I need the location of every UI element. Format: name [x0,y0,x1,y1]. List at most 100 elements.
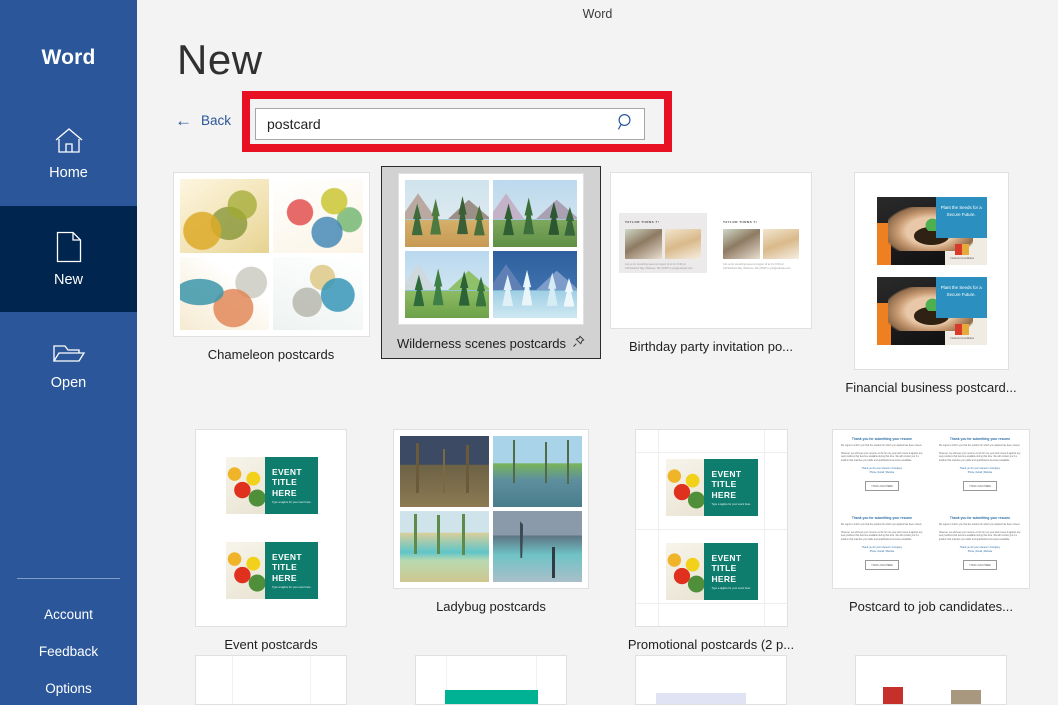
card-paragraph-1: We regret to inform you that the positio… [938,444,1020,447]
template-card-wilderness[interactable]: Wilderness scenes postcards [381,166,601,399]
template-thumbnail: Thank you for submitting your resume We … [832,429,1030,589]
template-name: Financial business postcard... [845,380,1017,395]
card-footer-2: Phone | Email | Website [967,550,993,553]
art-panel [405,180,489,247]
art-panel [273,256,363,330]
art-panel: Thank you for submitting your resume We … [833,430,931,509]
card-paragraph-2: However, we will keep your resume on fil… [840,531,923,542]
card-logo-placeholder: YOUR LOGO HERE [962,559,998,571]
art-panel: EVENT TITLE HERE Type a tagline for your… [226,542,318,599]
card-paragraph-1: We regret to inform you that the positio… [840,444,922,447]
art-panel: EVENT TITLE HERE Type a tagline for your… [665,459,758,516]
card-footer-2: Phone | Email | Website [869,471,895,474]
back-button[interactable]: ← Back [175,112,231,129]
sidebar-item-new[interactable]: New [0,206,137,312]
template-row: EVENT TITLE HERE Type a tagline for your… [161,423,1058,656]
card-title: EVENT TITLE HERE [711,469,742,500]
card-subtitle: Type a tagline for your event here. [711,586,751,590]
template-card-promotional[interactable]: EVENT TITLE HERE Type a tagline for your… [601,423,821,656]
card-logo-text: Financial Consolidation [950,338,975,341]
template-card-birthday[interactable]: TAYLOR TURNS 7! Join us for something sw… [601,166,821,399]
card-title: Plant the Seeds for a Secure Future. [940,205,982,217]
search-input[interactable] [267,116,616,132]
template-search [255,108,645,140]
template-thumbnail [635,655,787,705]
card-title: Thank you for submitting your resume [851,515,913,520]
card-logo-placeholder: YOUR LOGO HERE [864,480,900,492]
template-card-partial[interactable] [601,655,821,705]
template-thumbnail: Plant the Seeds for a Secure Future. Fin… [853,172,1009,370]
backstage-sidebar: Word Home New Open Account Feedback Opti… [0,0,137,705]
card-subtitle: Type a tagline for your event here. [711,502,751,506]
template-card-event[interactable]: EVENT TITLE HERE Type a tagline for your… [161,423,381,656]
card-title: EVENT TITLE HERE [271,552,302,583]
template-name: Chameleon postcards [207,347,335,362]
sidebar-divider [17,578,120,579]
window-title: Word [582,7,613,21]
template-name: Ladybug postcards [436,599,546,614]
art-panel: Thank you for submitting your resume We … [833,509,931,588]
template-row: Chameleon postcards Wilderness scenes po… [161,166,1058,399]
template-card-partial[interactable] [381,655,601,705]
sidebar-item-label: Home [49,164,88,181]
template-row-partial [161,655,1058,705]
art-panel [493,511,582,582]
art-panel [400,511,489,582]
art-panel [273,179,363,253]
template-name: Postcard to job candidates... [848,599,1014,614]
card-logo-text: Financial Consolidation [950,258,975,261]
template-card-chameleon[interactable]: Chameleon postcards [161,166,381,399]
card-paragraph-2: However, we will keep your resume on fil… [938,452,1021,463]
template-card-financial[interactable]: Plant the Seeds for a Secure Future. Fin… [821,166,1041,399]
sidebar-item-open[interactable]: Open [0,312,137,418]
template-thumbnail [195,655,347,705]
app-brand-label: Word [41,46,96,69]
sidebar-item-feedback[interactable]: Feedback [0,633,137,670]
template-thumbnail [172,172,370,337]
card-subtitle: Type a tagline for your event here. [271,500,312,504]
card-paragraph-1: We regret to inform you that the positio… [938,523,1020,526]
art-panel: Plant the Seeds for a Secure Future. Fin… [876,277,987,345]
template-card-partial[interactable] [161,655,381,705]
card-footer-2: Phone | Email | Website [967,471,993,474]
art-panel [179,179,269,253]
art-panel: TAYLOR TURNS 7! Join us for something sw… [717,213,805,273]
template-card-ladybug[interactable]: Ladybug postcards [381,423,601,656]
search-box[interactable] [255,108,645,140]
home-icon [53,126,85,156]
art-panel: Thank you for submitting your resume We … [931,509,1029,588]
template-thumbnail [855,655,1007,705]
art-panel [405,251,489,318]
template-name: Event postcards [224,637,318,652]
pushpin-icon[interactable] [572,335,585,351]
search-icon[interactable] [616,112,636,137]
card-title: Plant the Seeds for a Secure Future. [940,285,982,297]
card-title: Thank you for submitting your resume [851,436,913,441]
card-title: Thank you for submitting your resume [949,515,1011,520]
open-folder-icon [52,340,86,366]
sidebar-item-label: Open [50,374,87,391]
card-logo-placeholder: YOUR LOGO HERE [864,559,900,571]
template-grid: Chameleon postcards Wilderness scenes po… [161,166,1058,656]
card-paragraph-2: However, we will keep your resume on fil… [938,531,1021,542]
new-document-icon [56,231,82,263]
card-title: EVENT TITLE HERE [711,553,742,584]
template-card-job-candidates[interactable]: Thank you for submitting your resume We … [821,423,1041,656]
template-name: Wilderness scenes postcards [396,335,567,351]
art-panel: TAYLOR TURNS 7! Join us for something sw… [619,213,707,273]
page-title: New [177,36,263,83]
template-thumbnail [398,173,584,325]
card-paragraph-1: We regret to inform you that the positio… [840,523,922,526]
sidebar-item-account[interactable]: Account [0,596,137,633]
template-card-partial[interactable] [821,655,1041,705]
art-panel: Thank you for submitting your resume We … [931,430,1029,509]
template-thumbnail: EVENT TITLE HERE Type a tagline for your… [195,429,347,627]
back-button-label: Back [201,113,232,128]
card-title: Thank you for submitting your resume [949,436,1011,441]
template-name: Promotional postcards (2 p... [627,637,795,652]
sidebar-nav-list: Home New Open [0,100,137,418]
card-title: TAYLOR TURNS 7! [625,220,660,224]
sidebar-item-options[interactable]: Options [0,670,137,705]
sidebar-item-home[interactable]: Home [0,100,137,206]
card-footer-2: Phone | Email | Website [869,550,895,553]
